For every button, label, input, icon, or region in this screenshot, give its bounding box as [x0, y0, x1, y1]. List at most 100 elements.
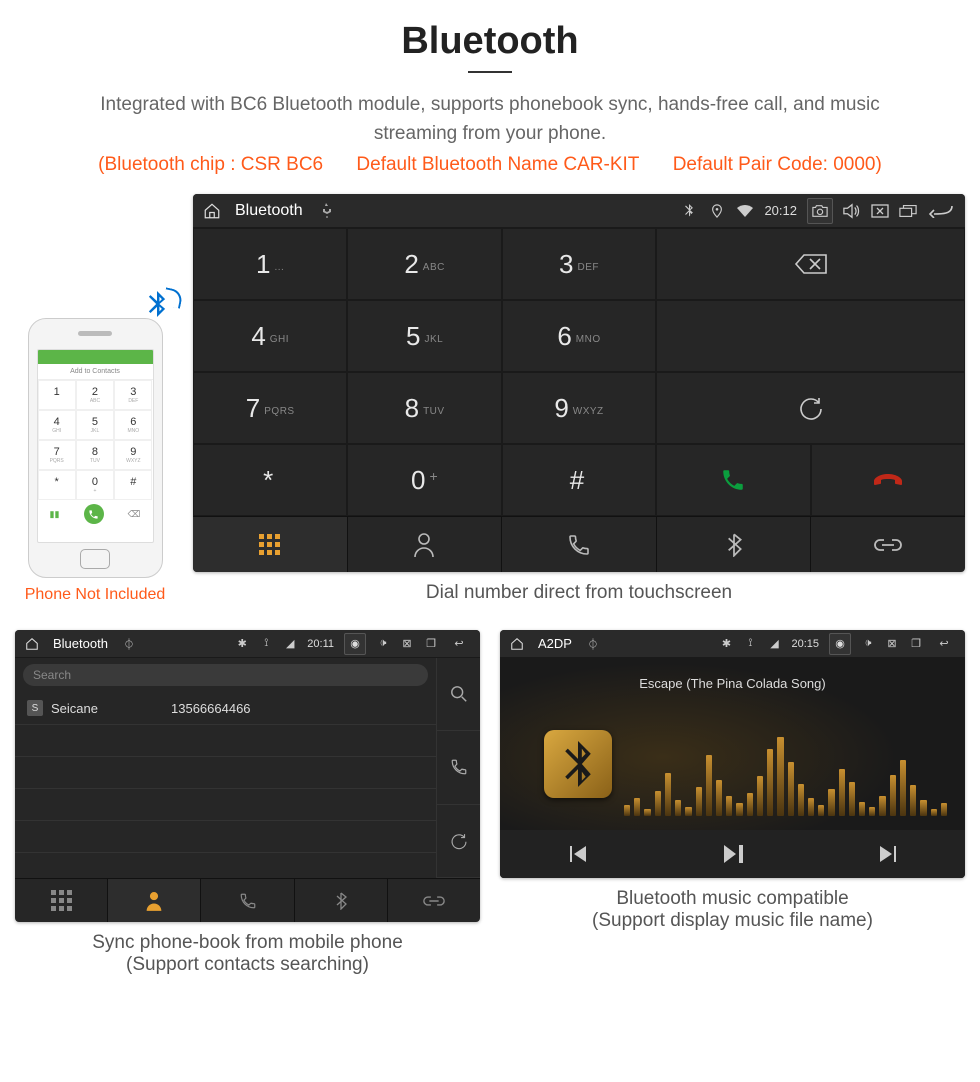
dialer-keypad: 1... 2ABC 3DEF 4GHI 5JKL 6MNO 7PQRS 8TUV…: [193, 228, 965, 516]
page-title: Bluetooth: [15, 20, 965, 63]
key-9[interactable]: 9WXYZ: [502, 372, 656, 444]
page-description: Integrated with BC6 Bluetooth module, su…: [80, 91, 900, 148]
home-icon[interactable]: [203, 202, 221, 220]
bluetooth-status-icon: [680, 202, 698, 220]
contact-row[interactable]: S Seicane 13566664466: [15, 692, 436, 725]
prev-button[interactable]: [560, 836, 596, 872]
clock-time: 20:12: [764, 203, 797, 218]
empty-cell: [656, 300, 965, 372]
music-player: Escape (The Pina Colada Song): [500, 658, 965, 878]
tab-call-log[interactable]: [502, 517, 657, 572]
location-icon: ⟟: [259, 637, 273, 651]
close-app-icon[interactable]: ⊠: [885, 637, 899, 651]
screenshot-button[interactable]: [807, 198, 833, 224]
back-icon[interactable]: ↩: [448, 637, 470, 651]
key-hash[interactable]: #: [502, 444, 656, 516]
key-8[interactable]: 8TUV: [347, 372, 501, 444]
recent-apps-icon[interactable]: ❐: [424, 637, 438, 651]
wifi-icon: ◢: [283, 637, 297, 651]
tab-contacts[interactable]: [348, 517, 503, 572]
statusbar-title: A2DP: [538, 636, 572, 651]
key-6[interactable]: 6MNO: [502, 300, 656, 372]
add-contacts-label: Add to Contacts: [70, 368, 120, 375]
phonebook-device: Bluetooth ⏀ ✱ ⟟ ◢ 20:11 ◉ 🕩 ⊠ ❐ ↩ Searc: [15, 630, 480, 922]
next-button[interactable]: [870, 836, 906, 872]
search-button[interactable]: [437, 658, 480, 731]
tab-keypad[interactable]: [193, 517, 348, 572]
usb-icon: ⏀: [586, 637, 600, 651]
key-2[interactable]: 2ABC: [347, 228, 501, 300]
search-input[interactable]: Search: [23, 664, 428, 686]
bluetooth-music-icon: [560, 741, 596, 787]
tab-keypad[interactable]: [15, 879, 108, 922]
album-art: [544, 730, 612, 798]
phonebook-statusbar: Bluetooth ⏀ ✱ ⟟ ◢ 20:11 ◉ 🕩 ⊠ ❐ ↩: [15, 630, 480, 658]
tab-call-log[interactable]: [201, 879, 294, 922]
close-app-icon[interactable]: ⊠: [400, 637, 414, 651]
recent-apps-icon[interactable]: ❐: [909, 637, 923, 651]
tab-bluetooth[interactable]: [295, 879, 388, 922]
key-1[interactable]: 1...: [193, 228, 347, 300]
screenshot-button[interactable]: ◉: [829, 633, 851, 655]
contact-name: Seicane: [51, 701, 171, 716]
equalizer-viz: [624, 726, 947, 816]
sync-button[interactable]: [437, 805, 480, 878]
music-controls: [500, 830, 965, 878]
key-3[interactable]: 3DEF: [502, 228, 656, 300]
screenshot-button[interactable]: ◉: [344, 633, 366, 655]
back-icon[interactable]: [927, 202, 955, 220]
music-caption: Bluetooth music compatible(Support displ…: [500, 888, 965, 932]
contact-badge: S: [27, 700, 43, 716]
volume-icon[interactable]: 🕩: [376, 637, 390, 651]
key-7[interactable]: 7PQRS: [193, 372, 347, 444]
phonebook-caption: Sync phone-book from mobile phone(Suppor…: [15, 932, 480, 976]
empty-row: [15, 789, 436, 821]
clock-time: 20:15: [791, 638, 819, 650]
key-star[interactable]: *: [193, 444, 347, 516]
dialer-statusbar: Bluetooth 20:12: [193, 194, 965, 228]
home-icon[interactable]: [510, 637, 524, 651]
key-4[interactable]: 4GHI: [193, 300, 347, 372]
dialer-tabs: [193, 516, 965, 572]
recent-apps-icon[interactable]: [899, 202, 917, 220]
statusbar-title: Bluetooth: [53, 636, 108, 651]
spec-chip: (Bluetooth chip : CSR BC6: [98, 154, 323, 175]
key-5[interactable]: 5JKL: [347, 300, 501, 372]
tab-pair[interactable]: [388, 879, 480, 922]
music-statusbar: A2DP ⏀ ✱ ⟟ ◢ 20:15 ◉ 🕩 ⊠ ❐ ↩: [500, 630, 965, 658]
grid-icon: [51, 890, 72, 911]
tab-pair[interactable]: [811, 517, 965, 572]
title-divider: [468, 71, 512, 73]
bluetooth-status-icon: ✱: [235, 637, 249, 651]
grid-icon: [259, 534, 280, 555]
redial-key[interactable]: [656, 372, 965, 444]
bluetooth-signal-icon: [146, 291, 168, 317]
key-0[interactable]: 0+: [347, 444, 501, 516]
backspace-key[interactable]: [656, 228, 965, 300]
phone-screen: Add to Contacts 12ABC3DEF4GHI5JKL6MNO7PQ…: [37, 349, 154, 543]
usb-icon: ⏀: [122, 637, 136, 651]
back-icon[interactable]: ↩: [933, 637, 955, 651]
statusbar-title: Bluetooth: [235, 202, 303, 220]
bluetooth-status-icon: ✱: [719, 637, 733, 651]
page-header: Bluetooth Integrated with BC6 Bluetooth …: [15, 20, 965, 176]
tab-contacts[interactable]: [108, 879, 201, 922]
play-pause-button[interactable]: [715, 836, 751, 872]
volume-icon[interactable]: [843, 202, 861, 220]
usb-icon: [317, 202, 335, 220]
dialer-caption: Dial number direct from touchscreen: [193, 582, 965, 604]
location-icon: ⟟: [743, 637, 757, 651]
phone-illustration: Add to Contacts 12ABC3DEF4GHI5JKL6MNO7PQ…: [15, 318, 175, 604]
home-icon[interactable]: [25, 637, 39, 651]
contact-number: 13566664466: [171, 701, 251, 716]
phone-disclaimer: Phone Not Included: [15, 586, 175, 604]
video-icon: ▮▮: [50, 509, 60, 520]
volume-icon[interactable]: 🕩: [861, 637, 875, 651]
call-button[interactable]: [656, 444, 810, 516]
tab-bluetooth[interactable]: [657, 517, 812, 572]
spec-name: Default Bluetooth Name CAR-KIT: [356, 154, 639, 175]
clock-time: 20:11: [307, 638, 334, 650]
hangup-button[interactable]: [811, 444, 965, 516]
call-contact-button[interactable]: [437, 731, 480, 804]
close-app-icon[interactable]: [871, 202, 889, 220]
